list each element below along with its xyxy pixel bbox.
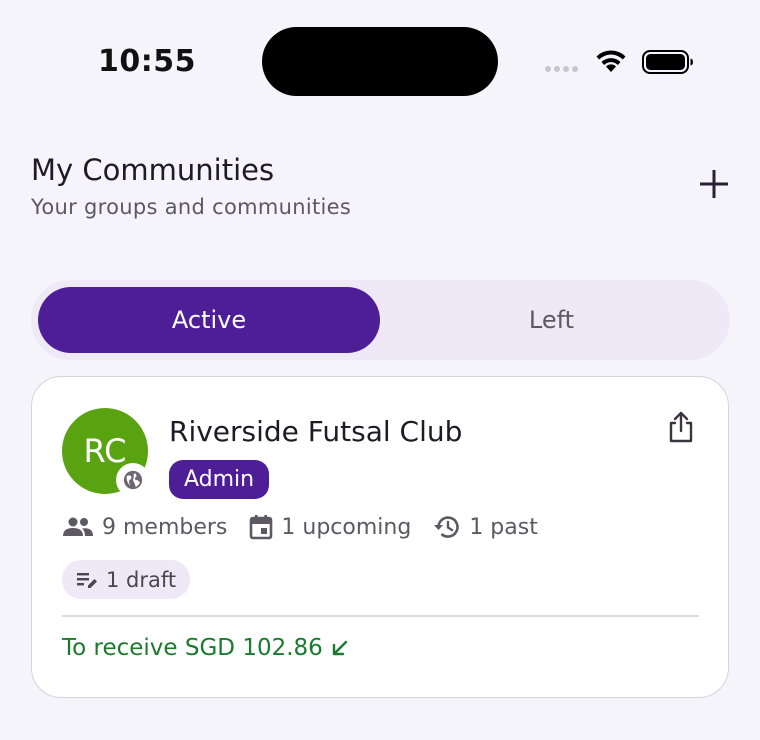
drafts-count: 1 draft bbox=[106, 567, 177, 592]
people-icon bbox=[63, 517, 93, 536]
globe-icon bbox=[123, 470, 143, 490]
page-title: My Communities bbox=[31, 153, 275, 187]
battery-icon bbox=[642, 50, 693, 74]
stat-past: 1 past bbox=[433, 514, 538, 540]
tab-active[interactable]: Active bbox=[38, 287, 380, 353]
community-name: Riverside Futsal Club bbox=[169, 415, 463, 448]
community-card[interactable]: RC Riverside Futsal Club Admin 9 members… bbox=[31, 376, 729, 698]
page-subtitle: Your groups and communities bbox=[31, 195, 352, 219]
divider bbox=[62, 615, 699, 617]
drafts-chip[interactable]: 1 draft bbox=[62, 560, 191, 599]
dynamic-island bbox=[262, 27, 498, 96]
add-community-button[interactable] bbox=[696, 166, 732, 202]
stat-members: 9 members bbox=[62, 515, 227, 540]
community-stats: 9 members 1 upcoming 1 past bbox=[62, 514, 560, 540]
calendar-icon bbox=[250, 515, 273, 540]
arrow-down-left-icon bbox=[332, 640, 348, 656]
members-count: 9 members bbox=[102, 514, 228, 540]
balance-summary: To receive SGD 102.86 bbox=[62, 635, 349, 661]
role-badge: Admin bbox=[169, 460, 270, 499]
past-count: 1 past bbox=[469, 514, 538, 540]
stat-upcoming: 1 upcoming bbox=[249, 514, 411, 540]
edit-list-icon bbox=[77, 572, 97, 588]
status-time: 10:55 bbox=[98, 44, 196, 79]
communities-screen: 10:55 My Communities Your groups and com… bbox=[0, 0, 760, 740]
plus-icon bbox=[700, 170, 728, 198]
share-icon bbox=[669, 411, 693, 443]
signal-icon bbox=[545, 66, 578, 72]
share-button[interactable] bbox=[666, 410, 696, 444]
tab-left[interactable]: Left bbox=[380, 287, 723, 353]
receive-amount: To receive SGD 102.86 bbox=[62, 635, 323, 661]
status-tabs: Active Left bbox=[31, 280, 730, 360]
upcoming-count: 1 upcoming bbox=[281, 514, 412, 540]
wifi-icon bbox=[596, 50, 626, 72]
history-icon bbox=[434, 516, 460, 538]
public-badge bbox=[116, 463, 150, 497]
